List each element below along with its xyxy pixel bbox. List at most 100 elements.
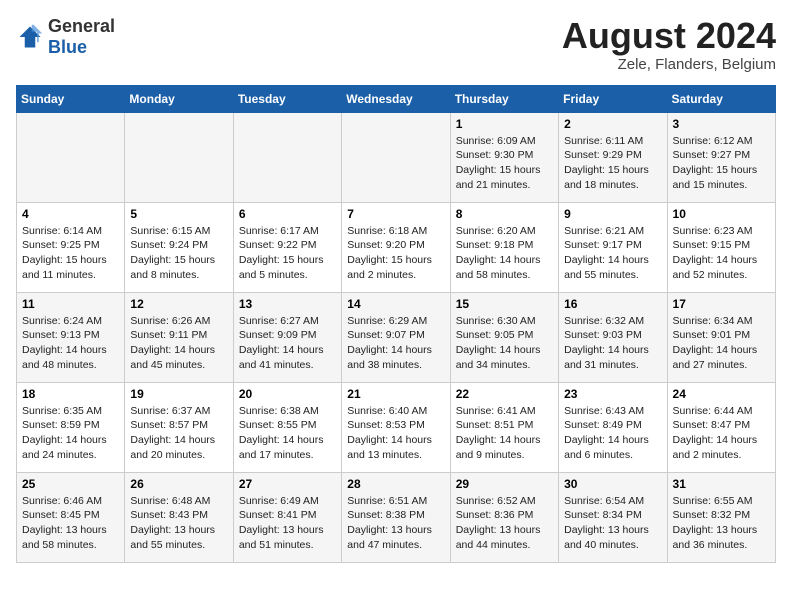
calendar-cell	[125, 112, 233, 202]
day-number: 4	[22, 207, 119, 221]
header-day-monday: Monday	[125, 85, 233, 112]
header-day-sunday: Sunday	[17, 85, 125, 112]
day-number: 27	[239, 477, 336, 491]
subtitle: Zele, Flanders, Belgium	[562, 56, 776, 73]
day-info: Sunrise: 6:29 AMSunset: 9:07 PMDaylight:…	[347, 314, 444, 373]
logo: General Blue	[16, 16, 115, 58]
calendar-cell: 16 Sunrise: 6:32 AMSunset: 9:03 PMDayligh…	[559, 292, 667, 382]
day-number: 20	[239, 387, 336, 401]
calendar-cell: 21 Sunrise: 6:40 AMSunset: 8:53 PMDayligh…	[342, 382, 450, 472]
header-day-thursday: Thursday	[450, 85, 558, 112]
day-info: Sunrise: 6:52 AMSunset: 8:36 PMDaylight:…	[456, 494, 553, 553]
calendar-cell: 6 Sunrise: 6:17 AMSunset: 9:22 PMDaylight…	[233, 202, 341, 292]
day-number: 31	[673, 477, 770, 491]
day-number: 28	[347, 477, 444, 491]
day-number: 11	[22, 297, 119, 311]
header-day-friday: Friday	[559, 85, 667, 112]
day-number: 25	[22, 477, 119, 491]
day-info: Sunrise: 6:12 AMSunset: 9:27 PMDaylight:…	[673, 134, 770, 193]
day-number: 19	[130, 387, 227, 401]
logo-icon	[16, 23, 44, 51]
calendar-cell: 15 Sunrise: 6:30 AMSunset: 9:05 PMDayligh…	[450, 292, 558, 382]
calendar-cell	[17, 112, 125, 202]
day-number: 15	[456, 297, 553, 311]
calendar-cell: 17 Sunrise: 6:34 AMSunset: 9:01 PMDayligh…	[667, 292, 775, 382]
calendar-cell: 27Sunrise: 6:49 AMSunset: 8:41 PMDayligh…	[233, 472, 341, 562]
day-info: Sunrise: 6:40 AMSunset: 8:53 PMDaylight:…	[347, 404, 444, 463]
day-number: 14	[347, 297, 444, 311]
day-info: Sunrise: 6:15 AMSunset: 9:24 PMDaylight:…	[130, 224, 227, 283]
day-info: Sunrise: 6:37 AMSunset: 8:57 PMDaylight:…	[130, 404, 227, 463]
calendar-cell	[233, 112, 341, 202]
calendar-cell: 14 Sunrise: 6:29 AMSunset: 9:07 PMDayligh…	[342, 292, 450, 382]
day-number: 13	[239, 297, 336, 311]
day-info: Sunrise: 6:34 AMSunset: 9:01 PMDaylight:…	[673, 314, 770, 373]
calendar-cell: 1 Sunrise: 6:09 AMSunset: 9:30 PMDaylight…	[450, 112, 558, 202]
day-info: Sunrise: 6:27 AMSunset: 9:09 PMDaylight:…	[239, 314, 336, 373]
calendar-cell: 10Sunrise: 6:23 AMSunset: 9:15 PMDayligh…	[667, 202, 775, 292]
day-number: 18	[22, 387, 119, 401]
title-block: August 2024 Zele, Flanders, Belgium	[562, 16, 776, 73]
calendar-cell: 31 Sunrise: 6:55 AMSunset: 8:32 PMDayligh…	[667, 472, 775, 562]
day-info: Sunrise: 6:17 AMSunset: 9:22 PMDaylight:…	[239, 224, 336, 283]
day-info: Sunrise: 6:26 AMSunset: 9:11 PMDaylight:…	[130, 314, 227, 373]
day-info: Sunrise: 6:43 AMSunset: 8:49 PMDaylight:…	[564, 404, 661, 463]
day-info: Sunrise: 6:20 AMSunset: 9:18 PMDaylight:…	[456, 224, 553, 283]
day-info: Sunrise: 6:54 AMSunset: 8:34 PMDaylight:…	[564, 494, 661, 553]
day-number: 22	[456, 387, 553, 401]
day-number: 17	[673, 297, 770, 311]
day-info: Sunrise: 6:30 AMSunset: 9:05 PMDaylight:…	[456, 314, 553, 373]
day-info: Sunrise: 6:32 AMSunset: 9:03 PMDaylight:…	[564, 314, 661, 373]
logo-blue: Blue	[48, 37, 87, 57]
day-number: 23	[564, 387, 661, 401]
calendar-cell: 11 Sunrise: 6:24 AMSunset: 9:13 PMDayligh…	[17, 292, 125, 382]
day-info: Sunrise: 6:48 AMSunset: 8:43 PMDaylight:…	[130, 494, 227, 553]
calendar-cell: 28 Sunrise: 6:51 AMSunset: 8:38 PMDayligh…	[342, 472, 450, 562]
calendar-cell: 12 Sunrise: 6:26 AMSunset: 9:11 PMDayligh…	[125, 292, 233, 382]
day-info: Sunrise: 6:18 AMSunset: 9:20 PMDaylight:…	[347, 224, 444, 283]
day-number: 21	[347, 387, 444, 401]
day-number: 29	[456, 477, 553, 491]
day-number: 12	[130, 297, 227, 311]
calendar-cell: 29 Sunrise: 6:52 AMSunset: 8:36 PMDayligh…	[450, 472, 558, 562]
calendar-cell: 22 Sunrise: 6:41 AMSunset: 8:51 PMDayligh…	[450, 382, 558, 472]
calendar-cell: 26 Sunrise: 6:48 AMSunset: 8:43 PMDayligh…	[125, 472, 233, 562]
calendar-cell: 25 Sunrise: 6:46 AMSunset: 8:45 PMDayligh…	[17, 472, 125, 562]
calendar-header: SundayMondayTuesdayWednesdayThursdayFrid…	[17, 85, 776, 112]
day-info: Sunrise: 6:11 AMSunset: 9:29 PMDaylight:…	[564, 134, 661, 193]
day-info: Sunrise: 6:51 AMSunset: 8:38 PMDaylight:…	[347, 494, 444, 553]
day-info: Sunrise: 6:24 AMSunset: 9:13 PMDaylight:…	[22, 314, 119, 373]
logo-general: General	[48, 16, 115, 36]
day-number: 6	[239, 207, 336, 221]
calendar-cell: 9Sunrise: 6:21 AMSunset: 9:17 PMDaylight…	[559, 202, 667, 292]
day-number: 7	[347, 207, 444, 221]
day-info: Sunrise: 6:41 AMSunset: 8:51 PMDaylight:…	[456, 404, 553, 463]
calendar-cell: 20 Sunrise: 6:38 AMSunset: 8:55 PMDayligh…	[233, 382, 341, 472]
day-number: 30	[564, 477, 661, 491]
main-title: August 2024	[562, 16, 776, 56]
day-info: Sunrise: 6:55 AMSunset: 8:32 PMDaylight:…	[673, 494, 770, 553]
day-info: Sunrise: 6:38 AMSunset: 8:55 PMDaylight:…	[239, 404, 336, 463]
day-info: Sunrise: 6:14 AMSunset: 9:25 PMDaylight:…	[22, 224, 119, 283]
calendar-cell: 8Sunrise: 6:20 AMSunset: 9:18 PMDaylight…	[450, 202, 558, 292]
page-header: General Blue August 2024 Zele, Flanders,…	[16, 16, 776, 73]
calendar-cell: 24Sunrise: 6:44 AMSunset: 8:47 PMDayligh…	[667, 382, 775, 472]
day-number: 3	[673, 117, 770, 131]
calendar-cell: 2Sunrise: 6:11 AMSunset: 9:29 PMDaylight…	[559, 112, 667, 202]
day-number: 5	[130, 207, 227, 221]
calendar-week-3: 11 Sunrise: 6:24 AMSunset: 9:13 PMDayligh…	[17, 292, 776, 382]
calendar-table: SundayMondayTuesdayWednesdayThursdayFrid…	[16, 85, 776, 563]
day-info: Sunrise: 6:09 AMSunset: 9:30 PMDaylight:…	[456, 134, 553, 193]
calendar-cell: 13 Sunrise: 6:27 AMSunset: 9:09 PMDayligh…	[233, 292, 341, 382]
day-number: 10	[673, 207, 770, 221]
day-number: 26	[130, 477, 227, 491]
calendar-cell: 3 Sunrise: 6:12 AMSunset: 9:27 PMDaylight…	[667, 112, 775, 202]
day-number: 1	[456, 117, 553, 131]
day-number: 24	[673, 387, 770, 401]
calendar-cell: 23 Sunrise: 6:43 AMSunset: 8:49 PMDayligh…	[559, 382, 667, 472]
calendar-cell: 18 Sunrise: 6:35 AMSunset: 8:59 PMDayligh…	[17, 382, 125, 472]
header-day-wednesday: Wednesday	[342, 85, 450, 112]
day-info: Sunrise: 6:46 AMSunset: 8:45 PMDaylight:…	[22, 494, 119, 553]
day-info: Sunrise: 6:35 AMSunset: 8:59 PMDaylight:…	[22, 404, 119, 463]
day-number: 16	[564, 297, 661, 311]
